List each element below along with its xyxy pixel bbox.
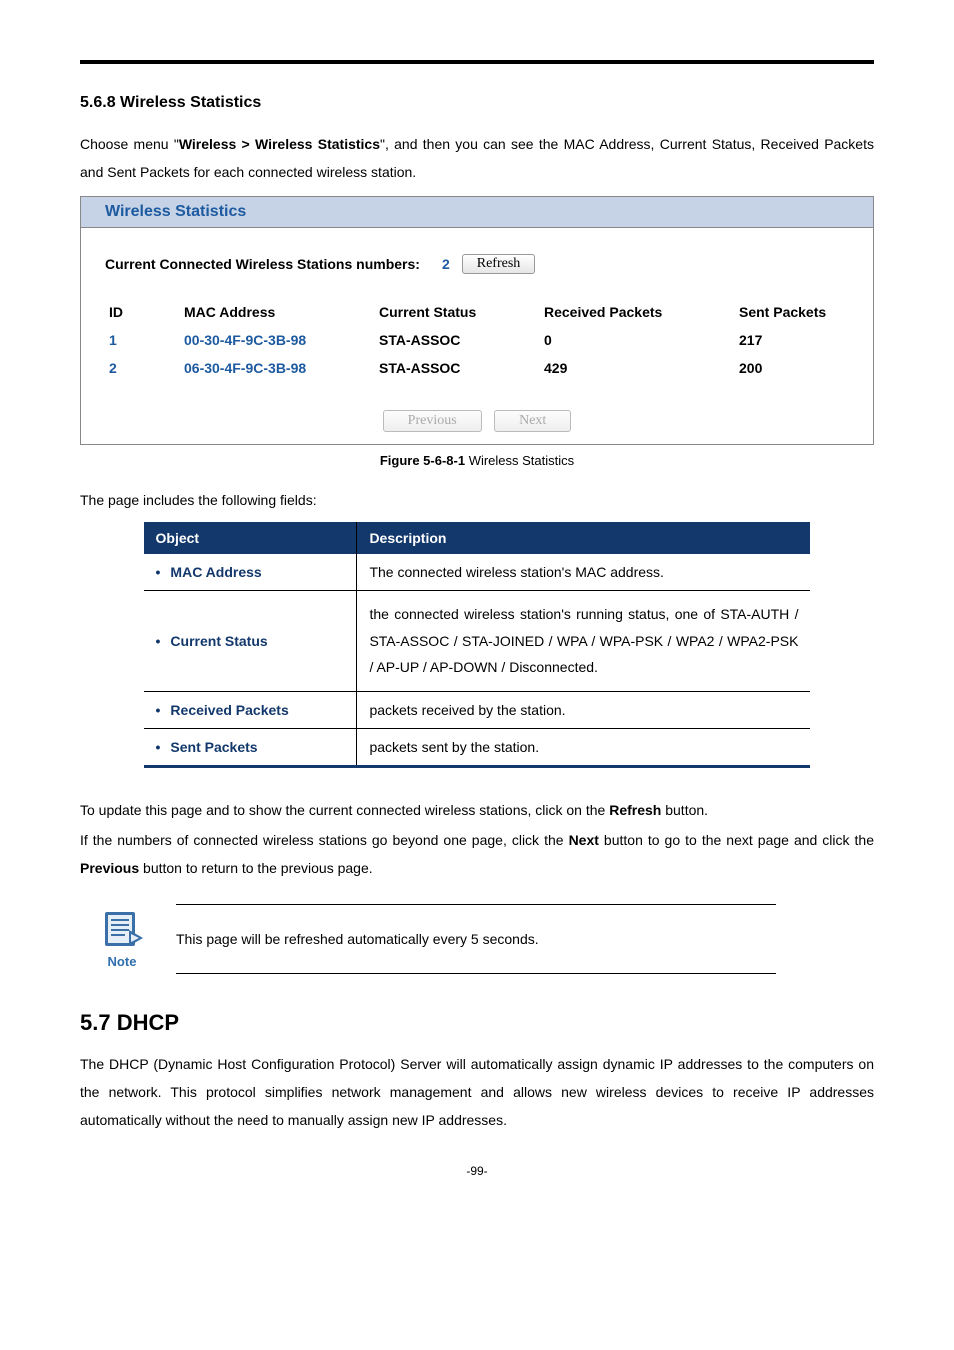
obj-label: Received Packets <box>170 702 288 718</box>
cell-id: 2 <box>105 354 180 382</box>
upd2-pre: If the numbers of connected wireless sta… <box>80 832 569 848</box>
cell-status: STA-ASSOC <box>375 326 540 354</box>
cell-id: 1 <box>105 326 180 354</box>
panel-title: Wireless Statistics <box>81 197 873 228</box>
update-paragraph-2: If the numbers of connected wireless sta… <box>80 826 874 882</box>
fig-bold: Figure 5-6-8-1 <box>380 453 465 468</box>
cell-sent: 200 <box>735 354 855 382</box>
col-sent: Sent Packets <box>735 298 855 326</box>
previous-button[interactable]: Previous <box>383 410 482 432</box>
figure-caption: Figure 5-6-8-1 Wireless Statistics <box>80 453 874 468</box>
upd2-mid: button to go to the next page and click … <box>599 832 874 848</box>
col-recv: Received Packets <box>540 298 735 326</box>
col-mac: MAC Address <box>180 298 375 326</box>
intro-pre: Choose menu " <box>80 136 179 152</box>
connected-label: Current Connected Wireless Stations numb… <box>105 256 420 272</box>
fields-intro: The page includes the following fields: <box>80 486 874 514</box>
intro-paragraph: Choose menu "Wireless > Wireless Statist… <box>80 130 874 186</box>
field-obj: •Current Status <box>144 591 357 692</box>
refresh-button[interactable]: Refresh <box>462 254 536 274</box>
note-text: This page will be refreshed automaticall… <box>176 905 776 973</box>
table-row: 2 06-30-4F-9C-3B-98 STA-ASSOC 429 200 <box>105 354 855 382</box>
cell-mac: 06-30-4F-9C-3B-98 <box>180 354 375 382</box>
upd1-post: button. <box>661 802 708 818</box>
upd1-b: Refresh <box>609 802 661 818</box>
connected-count: 2 <box>442 256 450 272</box>
upd2-post: button to return to the previous page. <box>139 860 373 876</box>
obj-label: Sent Packets <box>170 739 257 755</box>
upd1-pre: To update this page and to show the curr… <box>80 802 609 818</box>
fig-rest: Wireless Statistics <box>465 453 574 468</box>
wireless-stats-panel: Wireless Statistics Current Connected Wi… <box>80 196 874 445</box>
table-row: 1 00-30-4F-9C-3B-98 STA-ASSOC 0 217 <box>105 326 855 354</box>
note-icon: Note <box>90 908 154 969</box>
cell-sent: 217 <box>735 326 855 354</box>
cell-status: STA-ASSOC <box>375 354 540 382</box>
top-divider <box>80 60 874 64</box>
field-obj: •Received Packets <box>144 691 357 728</box>
note-block: Note This page will be refreshed automat… <box>80 904 874 974</box>
section-heading: 5.6.8 Wireless Statistics <box>80 94 874 112</box>
upd2-b1: Next <box>569 832 599 848</box>
dhcp-heading: 5.7 DHCP <box>80 1010 874 1036</box>
cell-recv: 429 <box>540 354 735 382</box>
upd2-b2: Previous <box>80 860 139 876</box>
field-obj: •Sent Packets <box>144 728 357 766</box>
note-bottom-line <box>176 973 776 974</box>
panel-footer: Previous Next <box>81 402 873 444</box>
field-desc: The connected wireless station's MAC add… <box>357 554 811 591</box>
connected-stations-row: Current Connected Wireless Stations numb… <box>105 254 855 274</box>
col-status: Current Status <box>375 298 540 326</box>
fields-table: Object Description •MAC Address The conn… <box>144 522 811 768</box>
page-number: -99- <box>80 1164 874 1178</box>
cell-mac: 00-30-4F-9C-3B-98 <box>180 326 375 354</box>
note-label: Note <box>90 954 154 969</box>
col-id: ID <box>105 298 180 326</box>
field-desc: the connected wireless station's running… <box>357 591 811 692</box>
next-button[interactable]: Next <box>494 410 571 432</box>
update-paragraph-1: To update this page and to show the curr… <box>80 796 874 824</box>
fields-th-desc: Description <box>357 522 811 554</box>
obj-label: Current Status <box>170 633 267 649</box>
stats-header-row: ID MAC Address Current Status Received P… <box>105 298 855 326</box>
field-desc: packets sent by the station. <box>357 728 811 766</box>
field-desc: packets received by the station. <box>357 691 811 728</box>
obj-label: MAC Address <box>170 564 261 580</box>
fields-th-object: Object <box>144 522 357 554</box>
dhcp-paragraph: The DHCP (Dynamic Host Configuration Pro… <box>80 1050 874 1134</box>
field-obj: •MAC Address <box>144 554 357 591</box>
stats-table: ID MAC Address Current Status Received P… <box>105 298 855 382</box>
cell-recv: 0 <box>540 326 735 354</box>
intro-bold: Wireless > Wireless Statistics <box>179 136 380 152</box>
